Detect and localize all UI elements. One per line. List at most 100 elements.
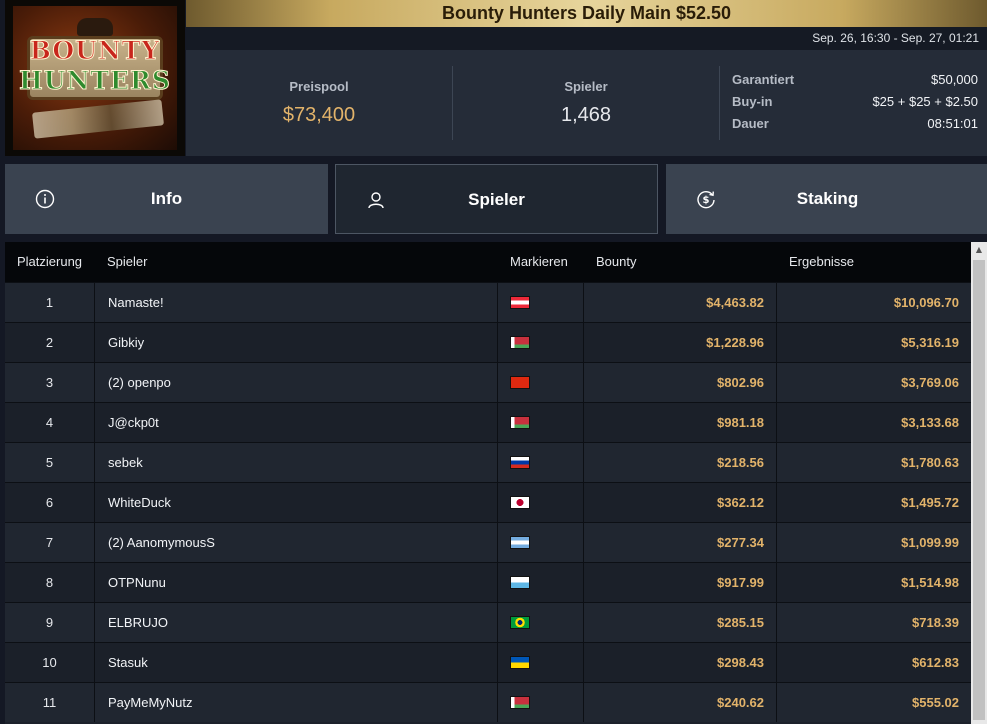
- vertical-scrollbar[interactable]: ▲: [971, 242, 987, 724]
- bounty-cell: $285.15: [584, 603, 777, 642]
- japan-flag-icon: [510, 495, 530, 509]
- result-cell: $3,133.68: [901, 415, 959, 430]
- info-icon: [35, 189, 55, 209]
- detail-value: $50,000: [931, 72, 978, 87]
- scroll-thumb[interactable]: [973, 260, 985, 720]
- svg-text:$: $: [703, 195, 710, 206]
- player-name-cell[interactable]: WhiteDuck: [95, 483, 498, 522]
- rank-cell: 9: [5, 603, 95, 642]
- player-name-cell[interactable]: Namaste!: [95, 283, 498, 322]
- player-name-cell[interactable]: J@ckp0t: [95, 403, 498, 442]
- flag-cell: [498, 283, 584, 322]
- flag-cell: [498, 523, 584, 562]
- player-name-cell[interactable]: Stasuk: [95, 643, 498, 682]
- detail-label: Dauer: [732, 116, 769, 131]
- column-header-flag[interactable]: Markieren: [498, 242, 584, 282]
- table-row[interactable]: 10 Stasuk $298.43 $612.83: [5, 642, 971, 682]
- bounty-cell: $4,463.82: [584, 283, 777, 322]
- table-row[interactable]: 2 Gibkiy $1,228.96 $5,316.19: [5, 322, 971, 362]
- result-cell: $1,099.99: [901, 535, 959, 550]
- tab-label: Info: [150, 189, 183, 208]
- bounty-cell: $1,228.96: [584, 323, 777, 362]
- table-row[interactable]: 1 Namaste! $4,463.82 $10,096.70: [5, 282, 971, 322]
- result-cell: $3,769.06: [901, 375, 959, 390]
- bounty-cell: $277.34: [584, 523, 777, 562]
- bounty-cell: $981.18: [584, 403, 777, 442]
- bounty-cell: $218.56: [584, 443, 777, 482]
- dollar-refresh-icon: $: [697, 191, 715, 209]
- playing-cards-icon: [31, 99, 165, 139]
- logo-text-line1: BOUNTY: [29, 36, 161, 66]
- rank-cell: 5: [5, 443, 95, 482]
- detail-value: $25 + $25 + $2.50: [872, 94, 978, 109]
- tab-label: Spieler: [468, 190, 525, 209]
- result-cell: $10,096.70: [893, 295, 959, 310]
- flag-cell: [498, 443, 584, 482]
- rank-cell: 6: [5, 483, 95, 522]
- tournament-title: Bounty Hunters Daily Main $52.50: [441, 3, 732, 23]
- table-row[interactable]: 4 J@ckp0t $981.18 $3,133.68: [5, 402, 971, 442]
- detail-label: Buy-in: [732, 94, 773, 109]
- player-name-cell[interactable]: sebek: [95, 443, 498, 482]
- rank-cell: 7: [5, 523, 95, 562]
- table-row[interactable]: 9 ELBRUJO $285.15 $718.39: [5, 602, 971, 642]
- flag-cell: [498, 323, 584, 362]
- rank-cell: 4: [5, 403, 95, 442]
- san-marino-flag-icon: [510, 575, 530, 589]
- table-row[interactable]: 5 sebek $218.56 $1,780.63: [5, 442, 971, 482]
- tab-label: Staking: [796, 189, 859, 208]
- table-header: Platzierung Spieler Markieren Bounty Erg…: [5, 242, 971, 282]
- detail-row-duration: Dauer 08:51:01: [732, 116, 978, 138]
- table-row[interactable]: 3 (2) openpo $802.96 $3,769.06: [5, 362, 971, 402]
- divider: [719, 66, 720, 140]
- result-cell: $5,316.19: [901, 335, 959, 350]
- player-name-cell[interactable]: Gibkiy: [95, 323, 498, 362]
- bounty-cell: $298.43: [584, 643, 777, 682]
- bounty-cell: $802.96: [584, 363, 777, 402]
- logo-text-line2: HUNTERS: [19, 66, 171, 96]
- ukraine-flag-icon: [510, 655, 530, 669]
- scroll-up-arrow-icon[interactable]: ▲: [971, 242, 987, 258]
- table-body: 1 Namaste! $4,463.82 $10,096.70 2 Gibkiy $1,22…: [5, 282, 971, 722]
- column-header-rank[interactable]: Platzierung: [5, 242, 95, 282]
- tab-info[interactable]: Info: [5, 164, 328, 234]
- flag-cell: [498, 483, 584, 522]
- china-flag-icon: [510, 375, 530, 389]
- belarus-flag-icon: [510, 695, 530, 709]
- bounty-cell: $240.62: [584, 683, 777, 722]
- player-name-cell[interactable]: PayMeMyNutz: [95, 683, 498, 722]
- result-cell: $1,514.98: [901, 575, 959, 590]
- column-header-bounty[interactable]: Bounty: [584, 242, 777, 282]
- prizepool-label: Preispool: [289, 79, 349, 94]
- players-table: Platzierung Spieler Markieren Bounty Erg…: [5, 242, 971, 724]
- rank-cell: 1: [5, 283, 95, 322]
- prizepool-value: $73,400: [282, 104, 356, 126]
- tab-players[interactable]: Spieler: [335, 164, 658, 234]
- belarus-flag-icon: [510, 335, 530, 349]
- stats-panel: Preispool $73,400 Spieler 1,468 Garantie…: [186, 50, 987, 156]
- player-name-cell[interactable]: ELBRUJO: [95, 603, 498, 642]
- detail-row-guaranteed: Garantiert $50,000: [732, 72, 978, 94]
- detail-value: 08:51:01: [927, 116, 978, 131]
- table-row[interactable]: 11 PayMeMyNutz $240.62 $555.02: [5, 682, 971, 722]
- players-value: 1,468: [560, 104, 612, 126]
- flag-cell: [498, 683, 584, 722]
- tournament-title-bar: Bounty Hunters Daily Main $52.50: [186, 0, 987, 27]
- rank-cell: 8: [5, 563, 95, 602]
- result-cell: $1,495.72: [901, 495, 959, 510]
- tournament-dates: Sep. 26, 16:30 - Sep. 27, 01:21: [186, 27, 987, 50]
- table-row[interactable]: 8 OTPNunu $917.99 $1,514.98: [5, 562, 971, 602]
- rank-cell: 11: [5, 683, 95, 722]
- bounty-cell: $362.12: [584, 483, 777, 522]
- tab-staking[interactable]: $ Staking: [666, 164, 987, 234]
- players-stat: Spieler 1,468: [453, 50, 719, 156]
- table-row[interactable]: 7 (2) AanomymousS $277.34 $1,099.99: [5, 522, 971, 562]
- table-row[interactable]: 6 WhiteDuck $362.12 $1,495.72: [5, 482, 971, 522]
- player-name-cell[interactable]: (2) AanomymousS: [95, 523, 498, 562]
- column-header-player[interactable]: Spieler: [95, 242, 498, 282]
- detail-label: Garantiert: [732, 72, 795, 87]
- player-name-cell[interactable]: OTPNunu: [95, 563, 498, 602]
- column-header-result[interactable]: Ergebnisse: [777, 242, 971, 282]
- player-name-cell[interactable]: (2) openpo: [95, 363, 498, 402]
- argentina-flag-icon: [510, 535, 530, 549]
